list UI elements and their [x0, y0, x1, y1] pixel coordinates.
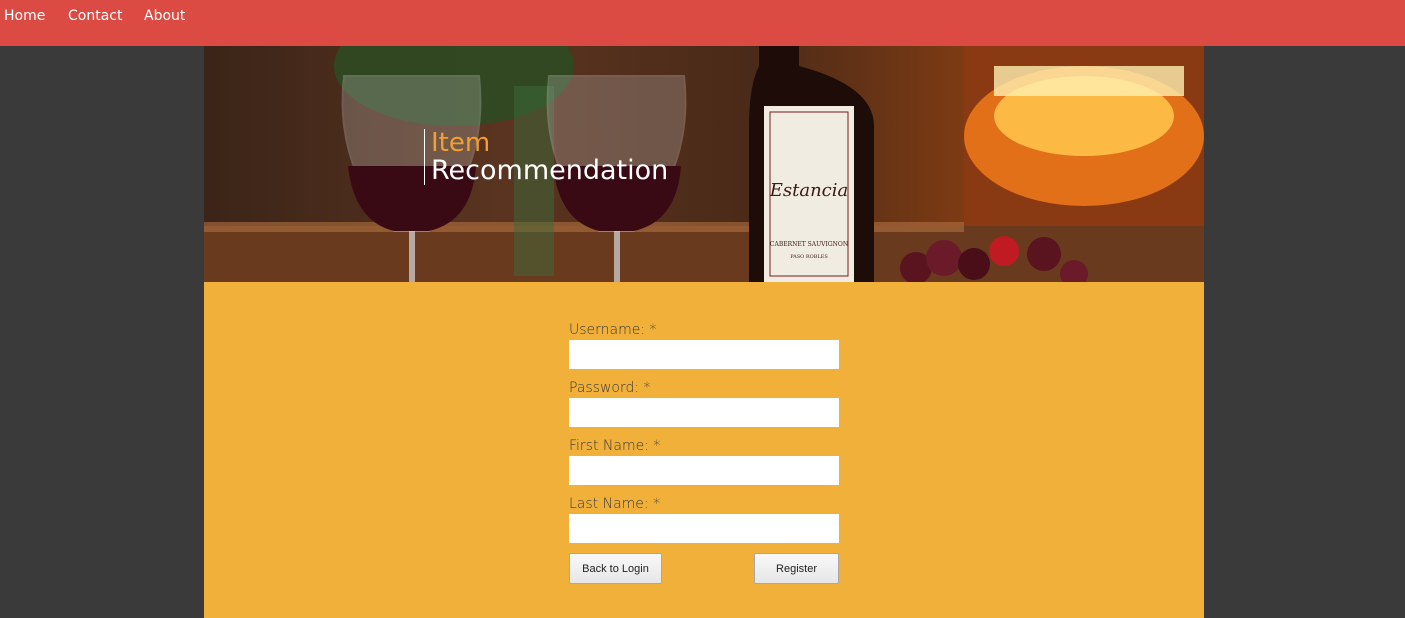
nav-home-link[interactable]: Home [4, 8, 45, 24]
bottle-label-wine: CABERNET SAUVIGNON [770, 241, 848, 248]
username-label: Username: * [569, 322, 657, 338]
banner-image: Estancia CABERNET SAUVIGNON PASO ROBLES [204, 46, 1204, 282]
main-container: Estancia CABERNET SAUVIGNON PASO ROBLES … [204, 46, 1204, 618]
form-button-row: Back to Login Register [569, 553, 839, 584]
first-name-input[interactable] [569, 456, 839, 485]
banner-title-item: Item [431, 128, 491, 158]
banner-title-recommendation: Recommendation [431, 155, 669, 186]
hero-banner: Estancia CABERNET SAUVIGNON PASO ROBLES … [204, 46, 1204, 282]
back-to-login-button[interactable]: Back to Login [569, 553, 662, 584]
register-button[interactable]: Register [754, 553, 839, 584]
top-navbar: Home Contact About [0, 0, 1405, 46]
banner-title: Item Recommendation [424, 129, 668, 185]
bottle-label-brand: Estancia [769, 180, 849, 201]
first-name-label: First Name: * [569, 438, 661, 454]
nav-about-link[interactable]: About [144, 8, 185, 24]
username-input[interactable] [569, 340, 839, 369]
nav-contact-link[interactable]: Contact [68, 8, 122, 24]
registration-form: Username: * Password: * First Name: * La… [569, 322, 839, 584]
last-name-input[interactable] [569, 514, 839, 543]
registration-panel: Username: * Password: * First Name: * La… [204, 282, 1204, 618]
password-label: Password: * [569, 380, 651, 396]
bottle-label-region: PASO ROBLES [790, 254, 828, 260]
password-input[interactable] [569, 398, 839, 427]
last-name-label: Last Name: * [569, 496, 661, 512]
